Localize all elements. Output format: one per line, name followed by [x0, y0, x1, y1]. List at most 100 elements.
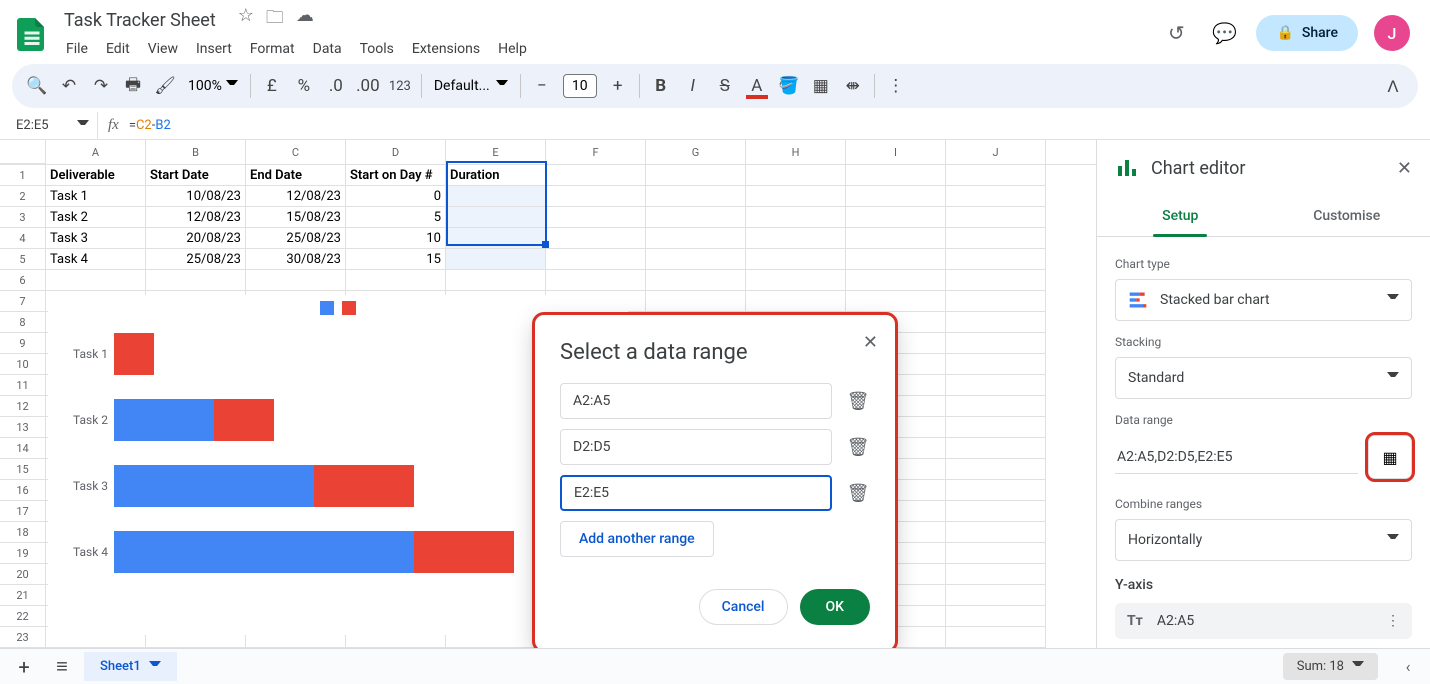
- chart-type-select[interactable]: Stacked bar chart: [1115, 279, 1412, 321]
- cell[interactable]: [46, 270, 146, 291]
- spreadsheet-grid[interactable]: ABCDEFGHIJ 1DeliverableStart DateEnd Dat…: [0, 140, 1096, 648]
- cell[interactable]: [946, 186, 1046, 207]
- font-select[interactable]: Default...: [428, 78, 514, 94]
- cell[interactable]: [446, 270, 546, 291]
- paint-format-icon[interactable]: 🖌: [150, 71, 180, 101]
- cell[interactable]: Deliverable: [46, 165, 146, 186]
- cell[interactable]: 25/08/23: [246, 228, 346, 249]
- percent-icon[interactable]: %: [289, 71, 319, 101]
- increase-decimal-icon[interactable]: .00: [353, 71, 383, 101]
- cell[interactable]: 0: [346, 186, 446, 207]
- select-data-range-button[interactable]: ▦: [1368, 435, 1412, 479]
- cell[interactable]: [946, 417, 1046, 438]
- row-header-4[interactable]: 4: [0, 228, 46, 249]
- more-toolbar-icon[interactable]: ⋮: [881, 71, 911, 101]
- zoom-select[interactable]: 100%: [182, 78, 244, 94]
- cell[interactable]: [946, 501, 1046, 522]
- cell[interactable]: [946, 459, 1046, 480]
- cell[interactable]: [746, 228, 846, 249]
- cell[interactable]: [746, 186, 846, 207]
- search-menus-icon[interactable]: 🔍: [22, 71, 52, 101]
- cell[interactable]: [646, 165, 746, 186]
- cell[interactable]: Start Date: [146, 165, 246, 186]
- range-input-2[interactable]: [560, 475, 832, 511]
- cell[interactable]: [646, 186, 746, 207]
- cell[interactable]: Task 4: [46, 249, 146, 270]
- cell[interactable]: [946, 165, 1046, 186]
- row-header-11[interactable]: 11: [0, 375, 46, 396]
- cell[interactable]: [846, 228, 946, 249]
- row-header-21[interactable]: 21: [0, 585, 46, 606]
- range-input-1[interactable]: [560, 429, 832, 465]
- add-another-range-button[interactable]: Add another range: [560, 521, 714, 557]
- cell[interactable]: 5: [346, 207, 446, 228]
- delete-range-icon[interactable]: 🗑: [846, 391, 870, 412]
- col-header-B[interactable]: B: [146, 140, 246, 164]
- cell[interactable]: [446, 228, 546, 249]
- cell[interactable]: [946, 291, 1046, 312]
- quick-calc[interactable]: Sum: 18: [1283, 653, 1378, 680]
- cell[interactable]: 12/08/23: [246, 186, 346, 207]
- row-header-6[interactable]: 6: [0, 270, 46, 291]
- cell[interactable]: [646, 228, 746, 249]
- cell[interactable]: 10/08/23: [146, 186, 246, 207]
- move-icon[interactable]: 🗀: [266, 5, 284, 35]
- cell[interactable]: Start on Day #: [346, 165, 446, 186]
- cell[interactable]: 25/08/23: [146, 249, 246, 270]
- italic-icon[interactable]: I: [678, 71, 708, 101]
- stacking-select[interactable]: Standard: [1115, 357, 1412, 399]
- cell[interactable]: Duration: [446, 165, 546, 186]
- cell[interactable]: Task 2: [46, 207, 146, 228]
- cell[interactable]: [946, 543, 1046, 564]
- cell[interactable]: [846, 249, 946, 270]
- row-header-16[interactable]: 16: [0, 480, 46, 501]
- row-header-8[interactable]: 8: [0, 312, 46, 333]
- cell[interactable]: [946, 522, 1046, 543]
- cell[interactable]: Task 1: [46, 186, 146, 207]
- add-sheet-icon[interactable]: +: [8, 651, 40, 683]
- redo-icon[interactable]: ↷: [86, 71, 116, 101]
- comments-icon[interactable]: 💬: [1208, 17, 1240, 49]
- cell[interactable]: [746, 249, 846, 270]
- col-header-F[interactable]: F: [546, 140, 646, 164]
- cell[interactable]: 15/08/23: [246, 207, 346, 228]
- cell[interactable]: [946, 333, 1046, 354]
- cell[interactable]: [446, 207, 546, 228]
- close-icon[interactable]: ✕: [1397, 158, 1412, 179]
- collapse-toolbar-icon[interactable]: ᐱ: [1378, 71, 1408, 101]
- cell[interactable]: 30/08/23: [246, 249, 346, 270]
- menu-data[interactable]: Data: [305, 37, 350, 61]
- col-header-E[interactable]: E: [446, 140, 546, 164]
- cell[interactable]: [646, 270, 746, 291]
- formula-bar[interactable]: =C2-B2: [129, 118, 171, 133]
- ok-button[interactable]: OK: [800, 589, 871, 625]
- tab-setup[interactable]: Setup: [1097, 196, 1264, 236]
- cell[interactable]: 20/08/23: [146, 228, 246, 249]
- bold-icon[interactable]: B: [646, 71, 676, 101]
- cell[interactable]: [946, 354, 1046, 375]
- font-size-input[interactable]: [563, 74, 597, 98]
- select-all-corner[interactable]: [0, 140, 46, 164]
- cell[interactable]: [146, 270, 246, 291]
- menu-extensions[interactable]: Extensions: [404, 37, 488, 61]
- increase-font-icon[interactable]: +: [603, 71, 633, 101]
- cell[interactable]: [546, 270, 646, 291]
- row-header-17[interactable]: 17: [0, 501, 46, 522]
- cell[interactable]: [546, 249, 646, 270]
- cell[interactable]: [946, 627, 1046, 648]
- combine-ranges-select[interactable]: Horizontally: [1115, 519, 1412, 561]
- cell[interactable]: [646, 207, 746, 228]
- history-icon[interactable]: ↺: [1160, 17, 1192, 49]
- cell[interactable]: [746, 207, 846, 228]
- row-header-14[interactable]: 14: [0, 438, 46, 459]
- col-header-A[interactable]: A: [46, 140, 146, 164]
- cell[interactable]: 12/08/23: [146, 207, 246, 228]
- delete-range-icon[interactable]: 🗑: [846, 483, 870, 504]
- name-box[interactable]: E2:E5: [8, 112, 98, 139]
- cell[interactable]: End Date: [246, 165, 346, 186]
- sheets-logo[interactable]: [12, 13, 52, 53]
- row-header-12[interactable]: 12: [0, 396, 46, 417]
- print-icon[interactable]: 🖶: [118, 71, 148, 101]
- more-formats-icon[interactable]: 123: [385, 71, 415, 101]
- share-button[interactable]: 🔒 Share: [1256, 15, 1358, 51]
